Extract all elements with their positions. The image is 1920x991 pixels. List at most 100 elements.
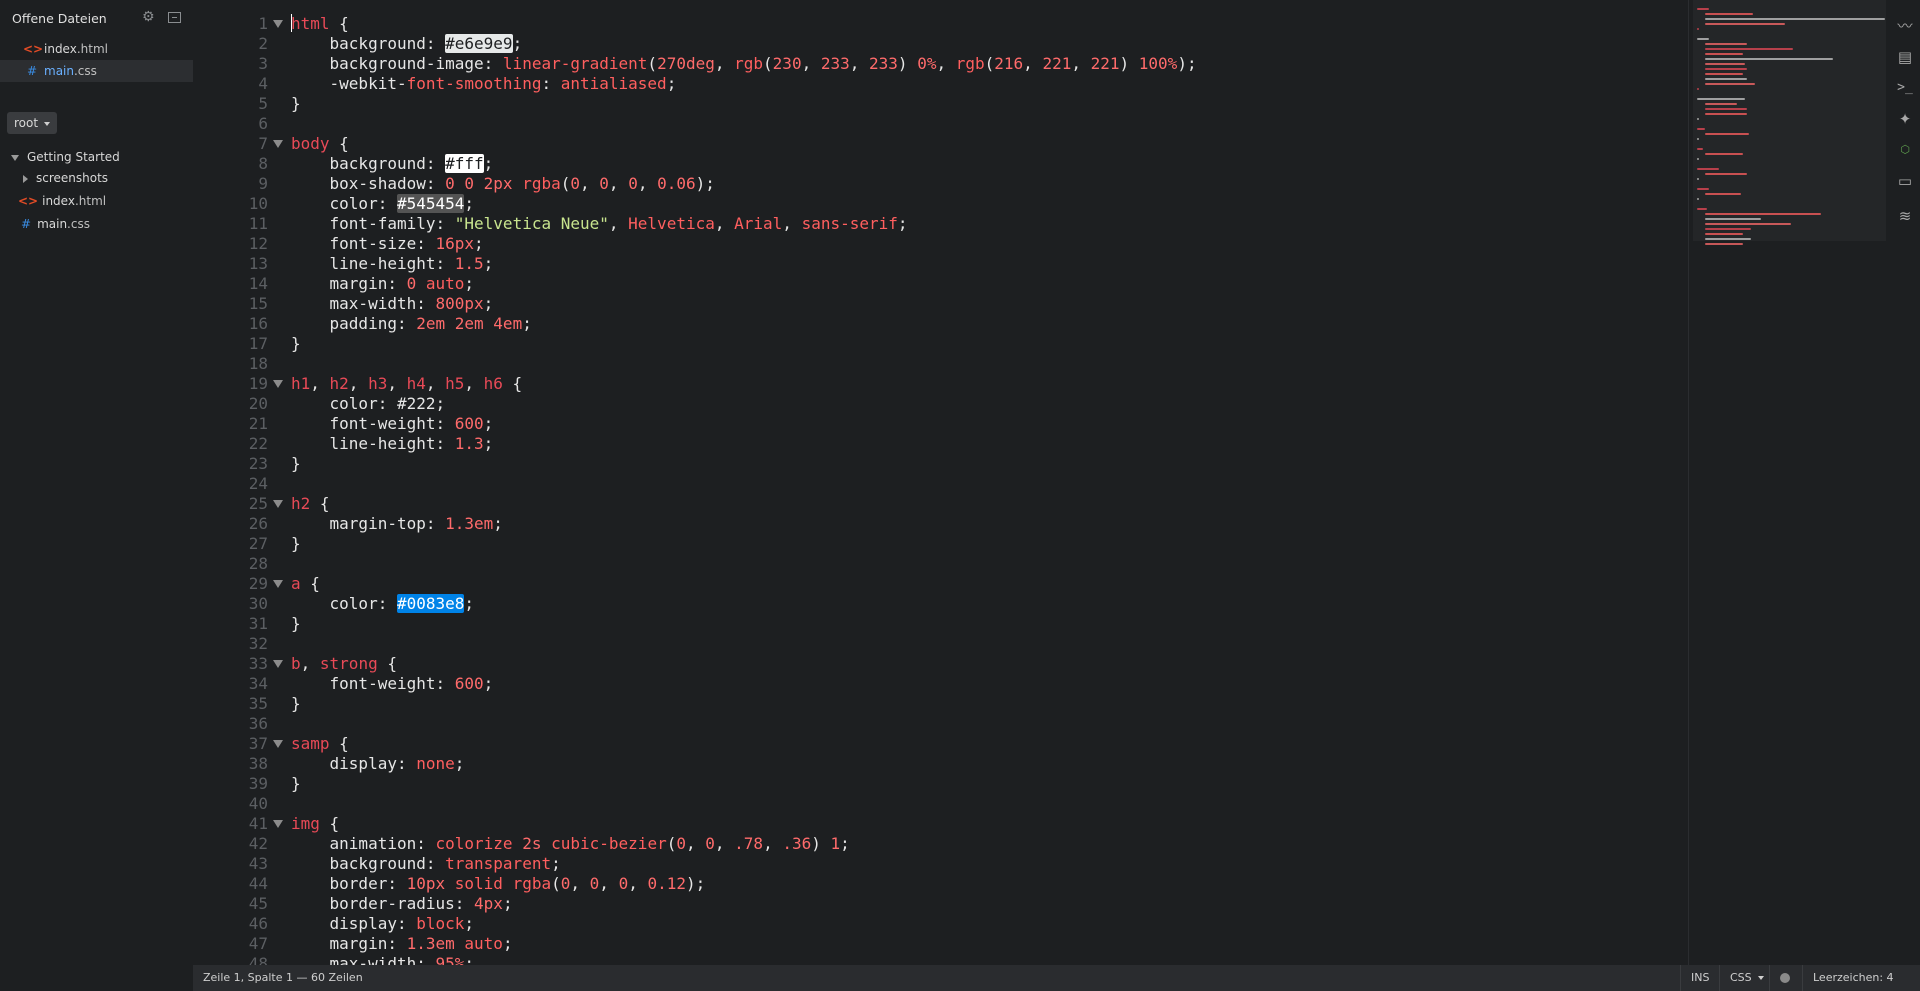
working-file-main-css[interactable]: # main.css xyxy=(0,60,193,82)
code-token: 1.3 xyxy=(454,434,484,453)
fold-arrow-icon[interactable] xyxy=(273,820,283,828)
code-token: ; xyxy=(464,194,475,213)
live-preview-icon[interactable]: 〰 xyxy=(1895,16,1915,36)
html-file-icon: <> xyxy=(23,42,44,56)
minimap-viewport[interactable] xyxy=(1693,0,1886,241)
line-number: 37 xyxy=(248,734,268,753)
minimap-line xyxy=(1705,213,1821,215)
fold-arrow-icon[interactable] xyxy=(273,660,283,668)
terminal-icon[interactable]: >_ xyxy=(1895,78,1915,98)
fold-arrow-icon[interactable] xyxy=(273,20,283,28)
insert-mode-toggle[interactable]: INS xyxy=(1680,965,1719,991)
code-token: 0 xyxy=(628,174,638,193)
code-token: h4 xyxy=(406,374,426,393)
minimap[interactable] xyxy=(1688,0,1889,965)
code-token: : xyxy=(425,34,446,53)
code-text: color: #545454; xyxy=(291,194,474,214)
split-view-icon[interactable] xyxy=(168,12,181,23)
fold-arrow-icon[interactable] xyxy=(273,740,283,748)
magic-wand-icon[interactable]: ✦ xyxy=(1895,109,1915,129)
chevron-down-icon xyxy=(44,121,51,126)
fold-arrow-icon[interactable] xyxy=(273,580,283,588)
code-token: 233 xyxy=(869,54,898,73)
line-number: 33 xyxy=(248,654,268,673)
code-token: color xyxy=(329,594,378,613)
code-token: 233 xyxy=(820,54,850,73)
code-token: , xyxy=(608,174,629,193)
code-token: 4px xyxy=(474,894,503,913)
nodejs-icon[interactable]: ⬡ xyxy=(1895,140,1915,160)
minimap-line xyxy=(1697,88,1699,90)
code-token: line-height xyxy=(329,254,436,273)
minimap-line xyxy=(1705,218,1761,220)
code-token: ( xyxy=(560,174,571,193)
minimap-line xyxy=(1705,238,1751,240)
code-token: 100% xyxy=(1138,54,1178,73)
line-number: 16 xyxy=(248,314,268,333)
code-token: : xyxy=(396,914,417,933)
code-text: display: block; xyxy=(291,914,475,934)
code-token: , xyxy=(714,54,735,73)
code-token: , xyxy=(464,374,484,393)
line-number: 25 xyxy=(248,494,268,513)
fold-arrow-icon[interactable] xyxy=(273,380,283,388)
code-text: font-size: 16px; xyxy=(291,234,484,254)
line-number: 14 xyxy=(248,274,268,293)
project-root-dropdown[interactable]: root xyxy=(7,112,58,134)
code-token: } xyxy=(291,614,301,633)
line-number: 4 xyxy=(258,74,268,93)
code-text: } xyxy=(291,694,301,714)
code-token: ; xyxy=(464,954,475,965)
gear-icon[interactable]: ⚙ xyxy=(142,10,156,24)
code-token: html xyxy=(291,14,330,33)
code-token: ); xyxy=(695,174,715,193)
tree-folder-screenshots[interactable]: screenshots xyxy=(23,169,108,187)
indent-setting[interactable]: Leerzeichen: 4 xyxy=(1802,965,1904,991)
line-number: 28 xyxy=(248,554,268,573)
code-token: ) xyxy=(1119,54,1139,73)
code-token: : xyxy=(435,434,455,453)
line-number: 47 xyxy=(248,934,268,953)
fold-arrow-icon[interactable] xyxy=(273,140,283,148)
code-text: -webkit-font-smoothing: antialiased; xyxy=(291,74,677,94)
code-editor[interactable]: 1 html {2 background: #e6e9e9; 3 backgroun… xyxy=(193,0,1688,965)
code-text: color: #222; xyxy=(291,394,446,414)
code-token: 16px xyxy=(435,234,475,253)
device-preview-icon[interactable]: ▭ xyxy=(1895,171,1915,191)
fold-arrow-icon[interactable] xyxy=(273,500,283,508)
code-token: max-width xyxy=(329,294,417,313)
working-file-index-html[interactable]: <> index.html xyxy=(0,38,193,60)
line-number: 38 xyxy=(248,754,268,773)
layers-icon[interactable]: ≋ xyxy=(1895,206,1915,226)
minimap-line xyxy=(1705,83,1755,85)
code-token: body xyxy=(291,134,330,153)
code-token: 0 xyxy=(589,874,600,893)
code-token: 0.06 xyxy=(657,174,696,193)
tree-file-index-html[interactable]: <> index.html xyxy=(18,192,106,210)
linter-status-icon[interactable] xyxy=(1769,965,1800,991)
code-token: margin-top xyxy=(329,514,426,533)
code-text: display: none; xyxy=(291,754,465,774)
code-token: , xyxy=(637,174,658,193)
code-token: 95% xyxy=(435,954,465,965)
code-token: background xyxy=(329,34,426,53)
line-number: 35 xyxy=(248,694,268,713)
code-text: } xyxy=(291,774,301,794)
extension-manager-icon[interactable]: ▤ xyxy=(1895,47,1915,67)
code-token: : xyxy=(396,754,417,773)
line-number: 41 xyxy=(248,814,268,833)
tree-folder-getting-started[interactable]: Getting Started xyxy=(11,148,120,166)
code-token: ; xyxy=(522,314,532,333)
language-selector[interactable]: CSS xyxy=(1719,965,1774,991)
tree-file-main-css[interactable]: # main.css xyxy=(21,215,90,233)
code-token: : xyxy=(425,854,446,873)
